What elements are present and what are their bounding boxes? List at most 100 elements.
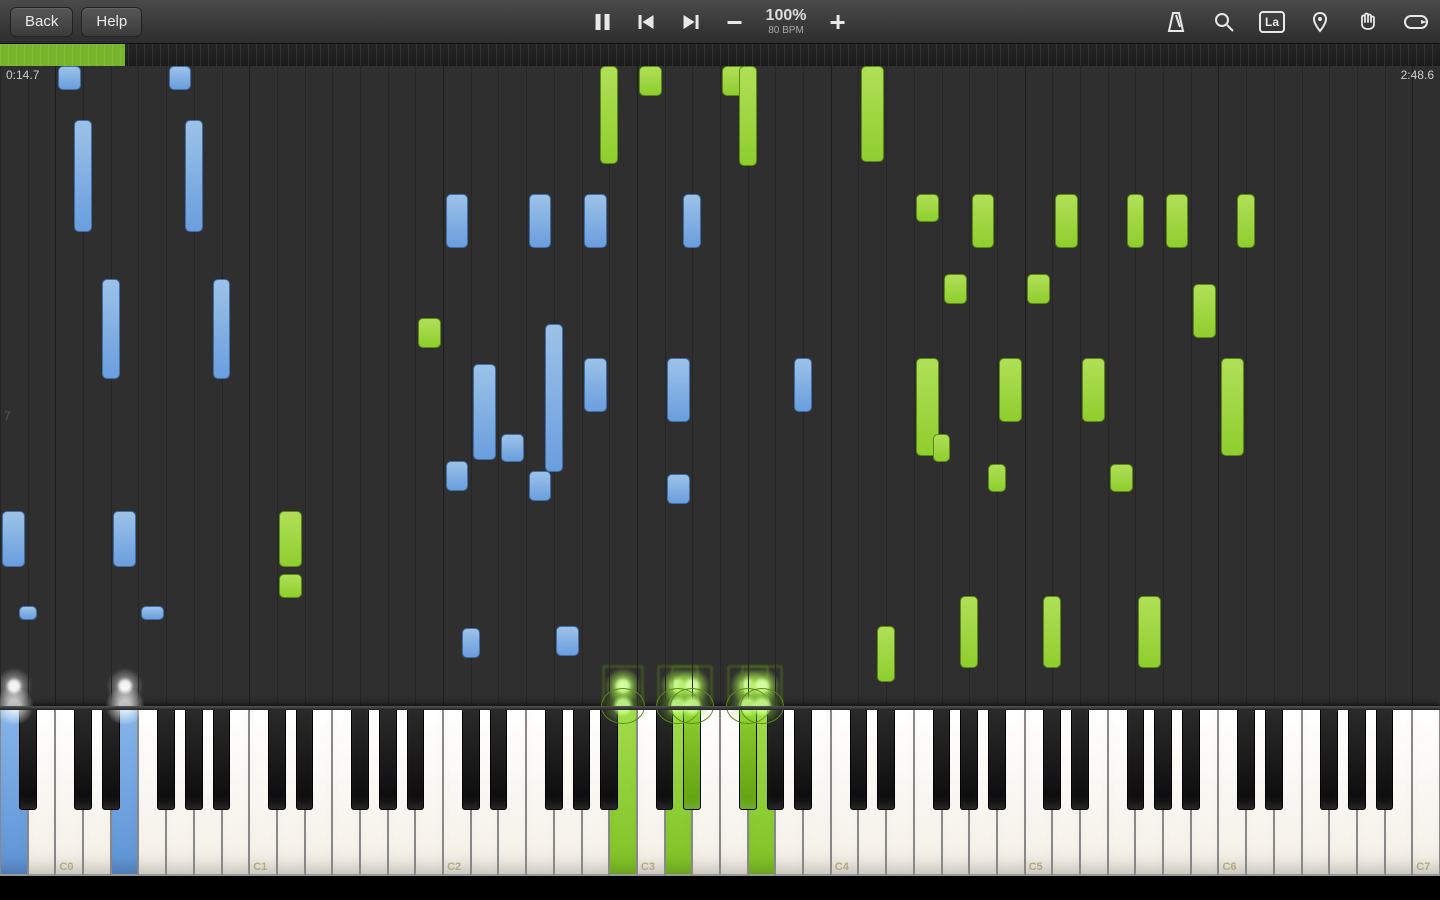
black-key[interactable] [767, 706, 785, 810]
loop-icon[interactable] [1402, 8, 1430, 36]
falling-note [916, 194, 939, 222]
piano-keyboard[interactable]: C0C1C2C3C4C5C6C7 [0, 706, 1440, 876]
black-key[interactable] [1043, 706, 1061, 810]
black-key[interactable] [988, 706, 1006, 810]
falling-note [1110, 464, 1133, 492]
black-key[interactable] [877, 706, 895, 810]
black-key[interactable] [213, 706, 231, 810]
falling-note [794, 358, 812, 412]
marker-icon[interactable] [1306, 8, 1334, 36]
black-key[interactable] [379, 706, 397, 810]
black-key[interactable] [157, 706, 175, 810]
song-progress-fill [0, 44, 125, 66]
falling-note [74, 120, 92, 232]
black-key[interactable] [545, 706, 563, 810]
time-labels: 0:14.7 2:48.6 [0, 66, 1440, 86]
back-button[interactable]: Back [10, 7, 73, 37]
hands-icon[interactable] [1354, 8, 1382, 36]
falling-note [1127, 194, 1145, 248]
black-key[interactable] [794, 706, 812, 810]
black-key[interactable] [19, 706, 37, 810]
black-key[interactable] [1320, 706, 1338, 810]
falling-note [2, 511, 25, 567]
falling-note [113, 511, 136, 567]
help-button[interactable]: Help [81, 7, 142, 37]
metronome-icon[interactable] [1162, 8, 1190, 36]
pause-icon[interactable] [590, 9, 616, 35]
song-progress-bar[interactable] [0, 44, 1440, 66]
falling-note [584, 358, 607, 412]
black-key[interactable] [1265, 706, 1283, 810]
falling-note [529, 471, 552, 501]
black-key[interactable] [600, 706, 618, 810]
black-key[interactable] [1071, 706, 1089, 810]
speed-display[interactable]: 100% 80 BPM [766, 8, 807, 36]
falling-note [1043, 596, 1061, 668]
zoom-icon[interactable] [1210, 8, 1238, 36]
prev-track-icon[interactable] [634, 9, 660, 35]
black-key[interactable] [1376, 706, 1394, 810]
falling-note [683, 194, 701, 248]
falling-note [667, 358, 690, 422]
black-key[interactable] [185, 706, 203, 810]
falling-note [1237, 194, 1255, 248]
black-key[interactable] [296, 706, 314, 810]
total-time: 2:48.6 [1401, 68, 1434, 82]
black-key[interactable] [739, 706, 757, 810]
falling-note [960, 596, 978, 668]
black-key[interactable] [74, 706, 92, 810]
falling-note [1082, 358, 1105, 422]
next-track-icon[interactable] [678, 9, 704, 35]
falling-note [1166, 194, 1189, 248]
black-key[interactable] [850, 706, 868, 810]
falling-note [141, 606, 164, 620]
black-key[interactable] [1154, 706, 1172, 810]
falling-note [529, 194, 552, 248]
falling-note [972, 194, 995, 248]
falling-note [501, 434, 524, 462]
falling-note [584, 194, 607, 248]
falling-note [1027, 274, 1050, 304]
falling-note [999, 358, 1022, 422]
white-key[interactable] [1412, 706, 1440, 876]
falling-note [877, 626, 895, 682]
falling-note [446, 461, 469, 491]
black-key[interactable] [573, 706, 591, 810]
top-toolbar: Back Help 100% 80 BPM La [0, 0, 1440, 44]
black-key[interactable] [407, 706, 425, 810]
black-key[interactable] [1237, 706, 1255, 810]
black-key[interactable] [490, 706, 508, 810]
note-fall-area: 7 [0, 66, 1440, 706]
falling-note [1055, 194, 1078, 248]
black-key[interactable] [351, 706, 369, 810]
black-key[interactable] [656, 706, 674, 810]
falling-note [185, 120, 203, 232]
falling-note [279, 511, 302, 567]
black-key[interactable] [683, 706, 701, 810]
black-key[interactable] [462, 706, 480, 810]
falling-note [1193, 284, 1216, 338]
speed-percent: 100% [766, 8, 807, 24]
black-key[interactable] [960, 706, 978, 810]
black-key[interactable] [102, 706, 120, 810]
speed-plus-icon[interactable] [824, 9, 850, 35]
falling-note [667, 474, 690, 504]
falling-note [473, 364, 496, 460]
falling-note [213, 279, 231, 379]
tempo-label: 80 BPM [768, 26, 804, 36]
falling-note [102, 279, 120, 379]
speed-minus-icon[interactable] [722, 9, 748, 35]
black-key[interactable] [1182, 706, 1200, 810]
labels-toggle-icon[interactable]: La [1258, 8, 1286, 36]
black-key[interactable] [268, 706, 286, 810]
falling-note [988, 464, 1006, 492]
current-time: 0:14.7 [6, 68, 39, 82]
falling-note [1221, 358, 1244, 456]
black-key[interactable] [1127, 706, 1145, 810]
falling-note [545, 324, 563, 472]
black-key[interactable] [933, 706, 951, 810]
measure-number: 7 [4, 409, 11, 423]
falling-note [556, 626, 579, 656]
falling-note [933, 434, 951, 462]
black-key[interactable] [1348, 706, 1366, 810]
